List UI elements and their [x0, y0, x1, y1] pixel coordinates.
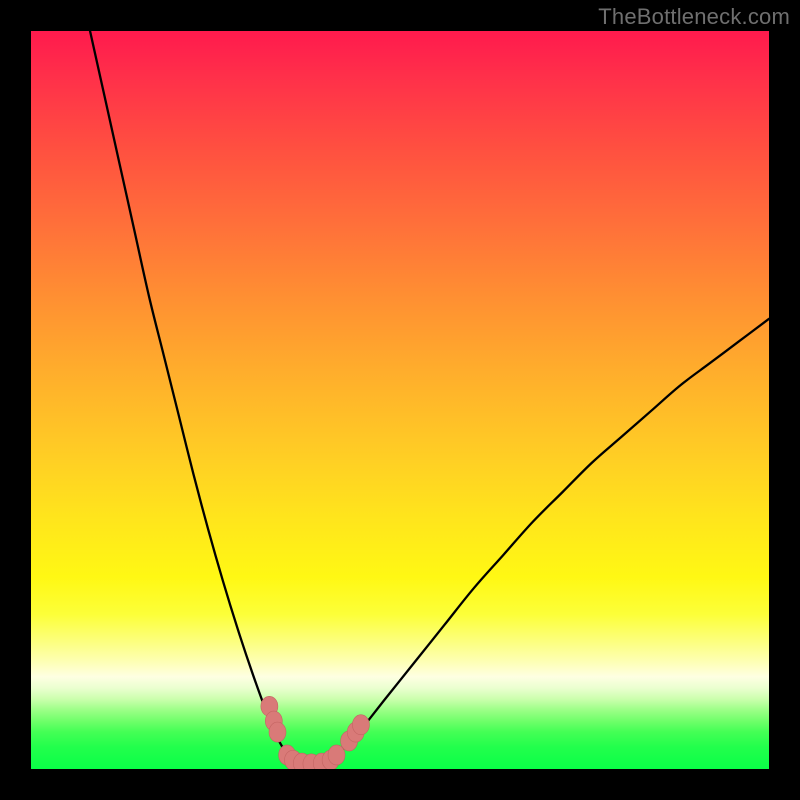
plot-area [31, 31, 769, 769]
curve-marker [328, 745, 345, 765]
curve-layer [31, 31, 769, 769]
bottleneck-curve [90, 31, 769, 765]
curve-marker [269, 722, 286, 742]
watermark-text: TheBottleneck.com [598, 4, 790, 30]
chart-frame: TheBottleneck.com [0, 0, 800, 800]
curve-marker [352, 715, 369, 735]
